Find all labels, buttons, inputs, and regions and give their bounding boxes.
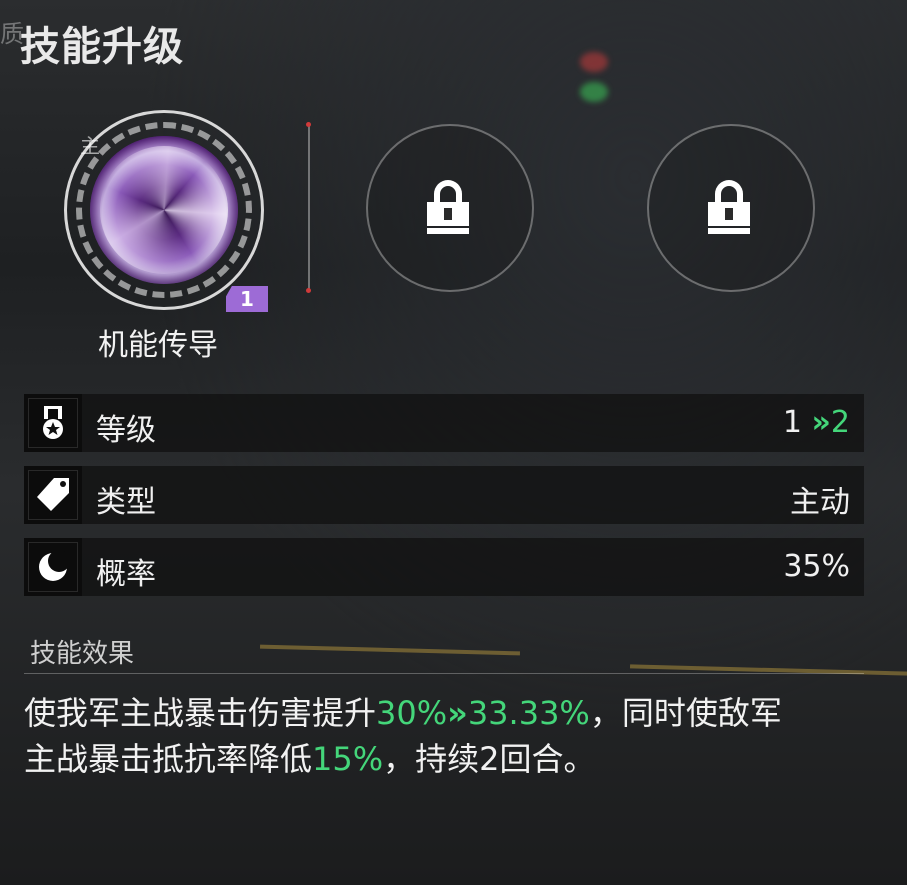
vortex-swirl bbox=[100, 146, 228, 274]
lock-icon bbox=[427, 180, 473, 236]
section-divider bbox=[24, 673, 864, 674]
stat-row-probability: 概率 35% bbox=[24, 538, 864, 596]
medal-icon bbox=[24, 394, 82, 452]
stat-row-level: 等级 1 »2 bbox=[24, 394, 864, 452]
skill-level-badge: 1 bbox=[226, 286, 268, 312]
crescent-moon-icon bbox=[24, 538, 82, 596]
level-to: 2 bbox=[830, 405, 850, 440]
divider-dot-bottom bbox=[306, 288, 311, 293]
level-from: 1 bbox=[782, 405, 802, 440]
stat-value-probability: 35% bbox=[783, 549, 850, 584]
locked-skill-slot-1[interactable] bbox=[366, 124, 534, 292]
background-road-line bbox=[259, 644, 521, 656]
stat-value-type: 主动 bbox=[790, 485, 850, 520]
stat-label: 概率 bbox=[96, 557, 156, 592]
upgrade-arrow-icon: » bbox=[811, 405, 831, 440]
stat-label: 等级 bbox=[96, 413, 156, 448]
effect-value-to: 33.33% bbox=[467, 694, 590, 732]
effect-section-title: 技能效果 bbox=[30, 639, 135, 669]
effect-text: 使我军主战暴击伤害提升 bbox=[24, 694, 377, 732]
upgrade-arrow-icon: » bbox=[447, 694, 468, 732]
effect-text: 主战暴击抵抗率降低 bbox=[24, 740, 313, 778]
tag-icon bbox=[24, 466, 82, 524]
effect-description: 使我军主战暴击伤害提升30%»33.33%，同时使敌军 主战暴击抵抗率降低15%… bbox=[24, 690, 884, 782]
background-light-red bbox=[580, 52, 608, 72]
effect-text: ，持续2回合。 bbox=[383, 740, 596, 778]
locked-skill-slot-2[interactable] bbox=[647, 124, 815, 292]
lock-icon bbox=[708, 180, 754, 236]
main-skill-tag: 主 bbox=[80, 134, 100, 158]
slot-divider bbox=[308, 124, 310, 292]
stat-value-level: 1 »2 bbox=[783, 405, 850, 440]
effect-value-from: 30% bbox=[376, 694, 448, 732]
background-light-green bbox=[580, 82, 608, 102]
stat-label: 类型 bbox=[96, 485, 156, 520]
effect-text: ，同时使敌军 bbox=[589, 694, 782, 732]
stat-row-type: 类型 主动 bbox=[24, 466, 864, 524]
divider-dot-top bbox=[306, 122, 311, 127]
page-title: 技能升级 bbox=[20, 24, 184, 70]
skill-name: 机能传导 bbox=[98, 328, 218, 363]
effect-value: 15% bbox=[312, 740, 384, 778]
